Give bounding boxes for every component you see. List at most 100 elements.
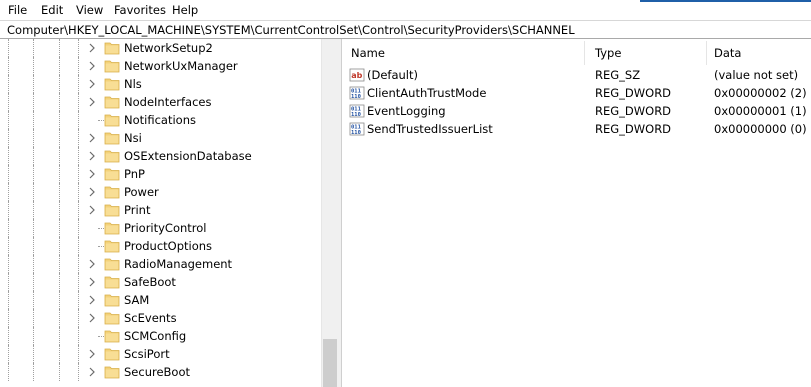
column-divider[interactable] (584, 41, 585, 65)
tree-item[interactable]: ScsiPort (0, 345, 320, 363)
tree-item[interactable]: NodeInterfaces (0, 93, 320, 111)
tree-item[interactable]: PriorityControl (0, 219, 320, 237)
chevron-right-icon[interactable] (87, 205, 97, 215)
svg-text:ab: ab (351, 71, 362, 80)
menu-view[interactable]: View (76, 2, 103, 18)
chevron-right-icon[interactable] (87, 43, 97, 53)
tree-scrollbar[interactable] (321, 39, 338, 387)
key-tree-pane[interactable]: NetworkSetup2 NetworkUxManager Nls NodeInte… (0, 39, 338, 387)
value-data-cell: 0x00000002 (2) (714, 86, 807, 100)
tree-item[interactable]: SafeBoot (0, 273, 320, 291)
values-list-pane[interactable]: Name Type Data ab (Default) REG_SZ (value n… (342, 39, 811, 387)
tree-guide-line (78, 345, 79, 363)
menu-edit[interactable]: Edit (41, 2, 63, 18)
tree-guide-line (8, 345, 9, 363)
folder-icon (104, 276, 120, 289)
tree-guide-line (59, 327, 60, 345)
tree-item[interactable]: ScEvents (0, 309, 320, 327)
tree-item[interactable]: OSExtensionDatabase (0, 147, 320, 165)
menu-file[interactable]: File (8, 2, 27, 18)
value-name-cell: ClientAuthTrustMode (367, 86, 487, 100)
value-row[interactable]: ab (Default) REG_SZ (value not set) (342, 66, 811, 84)
chevron-right-icon[interactable] (87, 187, 97, 197)
tree-item[interactable]: NetworkSetup2 (0, 39, 320, 57)
tree-item[interactable]: NetworkUxManager (0, 57, 320, 75)
folder-icon (104, 294, 120, 307)
value-data-cell: 0x00000000 (0) (714, 122, 807, 136)
chevron-right-icon[interactable] (87, 169, 97, 179)
folder-icon (104, 150, 120, 163)
tree-guide-line (78, 39, 79, 57)
tree-guide-line (59, 147, 60, 165)
chevron-right-icon[interactable] (87, 133, 97, 143)
chevron-right-icon[interactable] (87, 277, 97, 287)
tree-guide-line (33, 327, 34, 345)
binary-value-icon: 011110 (349, 122, 365, 136)
chevron-right-icon[interactable] (87, 151, 97, 161)
tree-guide-line (59, 57, 60, 75)
chevron-right-icon[interactable] (87, 97, 97, 107)
chevron-right-icon[interactable] (87, 313, 97, 323)
value-row[interactable]: 011 110 ClientAuthTrustMode REG_DWORD 0x0000… (342, 84, 811, 102)
tree-item-label: ScsiPort (124, 347, 170, 361)
tree-guide-line (78, 75, 79, 93)
tree-item-label: ScEvents (124, 311, 177, 325)
column-header-name[interactable]: Name (351, 39, 385, 67)
column-header-type[interactable]: Type (595, 39, 621, 67)
folder-icon (104, 42, 120, 55)
folder-icon (104, 132, 120, 145)
menu-favorites[interactable]: Favorites (114, 2, 166, 18)
value-row[interactable]: 011 110 EventLogging REG_DWORD 0x00000001 (1… (342, 102, 811, 120)
tree-item[interactable]: Nsi (0, 129, 320, 147)
tree-guide-line (8, 273, 9, 291)
address-bar[interactable]: Computer\HKEY_LOCAL_MACHINE\SYSTEM\Curre… (0, 20, 811, 39)
column-header-data[interactable]: Data (714, 39, 741, 67)
chevron-right-icon[interactable] (87, 349, 97, 359)
svg-text:110: 110 (351, 94, 361, 100)
tree-item[interactable]: SecureBoot (0, 363, 320, 381)
chevron-right-icon[interactable] (87, 79, 97, 89)
tree-guide-line (59, 165, 60, 183)
tree-item[interactable]: SAM (0, 291, 320, 309)
tree-guide-line (33, 183, 34, 201)
tree-guide-line (33, 273, 34, 291)
tree-item[interactable]: Notifications (0, 111, 320, 129)
chevron-right-icon[interactable] (87, 259, 97, 269)
tree-guide-line (33, 93, 34, 111)
tree-item[interactable]: Nls (0, 75, 320, 93)
tree-guide-line (8, 291, 9, 309)
chevron-right-icon[interactable] (87, 295, 97, 305)
tree-guide-line (8, 201, 9, 219)
menu-help[interactable]: Help (172, 2, 198, 18)
tree-item-label: PnP (124, 167, 145, 181)
value-row[interactable]: 011 110 SendTrustedIssuerList REG_DWORD 0x00… (342, 120, 811, 138)
tree-item-label: OSExtensionDatabase (124, 149, 252, 163)
tree-item[interactable]: Power (0, 183, 320, 201)
folder-icon (104, 114, 120, 127)
tree-guide-line (59, 309, 60, 327)
tree-item[interactable]: Print (0, 201, 320, 219)
tree-guide-line (78, 363, 79, 381)
menu-bar: File Edit View Favorites Help (0, 2, 811, 18)
tree-item-label: Print (124, 203, 151, 217)
column-divider[interactable] (706, 41, 707, 65)
tree-guide-line (59, 75, 60, 93)
value-name-cell: SendTrustedIssuerList (367, 122, 493, 136)
tree-guide-line (8, 327, 9, 345)
value-type-cell: REG_DWORD (595, 86, 672, 100)
folder-icon (104, 330, 120, 343)
chevron-right-icon[interactable] (87, 61, 97, 71)
chevron-right-icon[interactable] (87, 367, 97, 377)
tree-scrollbar-thumb[interactable] (323, 339, 337, 387)
tree-item[interactable]: SCMConfig (0, 327, 320, 345)
tree-item[interactable]: RadioManagement (0, 255, 320, 273)
tree-guide-line (33, 147, 34, 165)
tree-item[interactable]: ProductOptions (0, 237, 320, 255)
tree-guide-line (33, 165, 34, 183)
folder-icon (104, 96, 120, 109)
tree-item-label: PriorityControl (124, 221, 207, 235)
tree-item[interactable]: PnP (0, 165, 320, 183)
address-path[interactable]: Computer\HKEY_LOCAL_MACHINE\SYSTEM\Curre… (7, 22, 575, 38)
tree-guide-line (8, 75, 9, 93)
tree-guide-line (33, 39, 34, 57)
